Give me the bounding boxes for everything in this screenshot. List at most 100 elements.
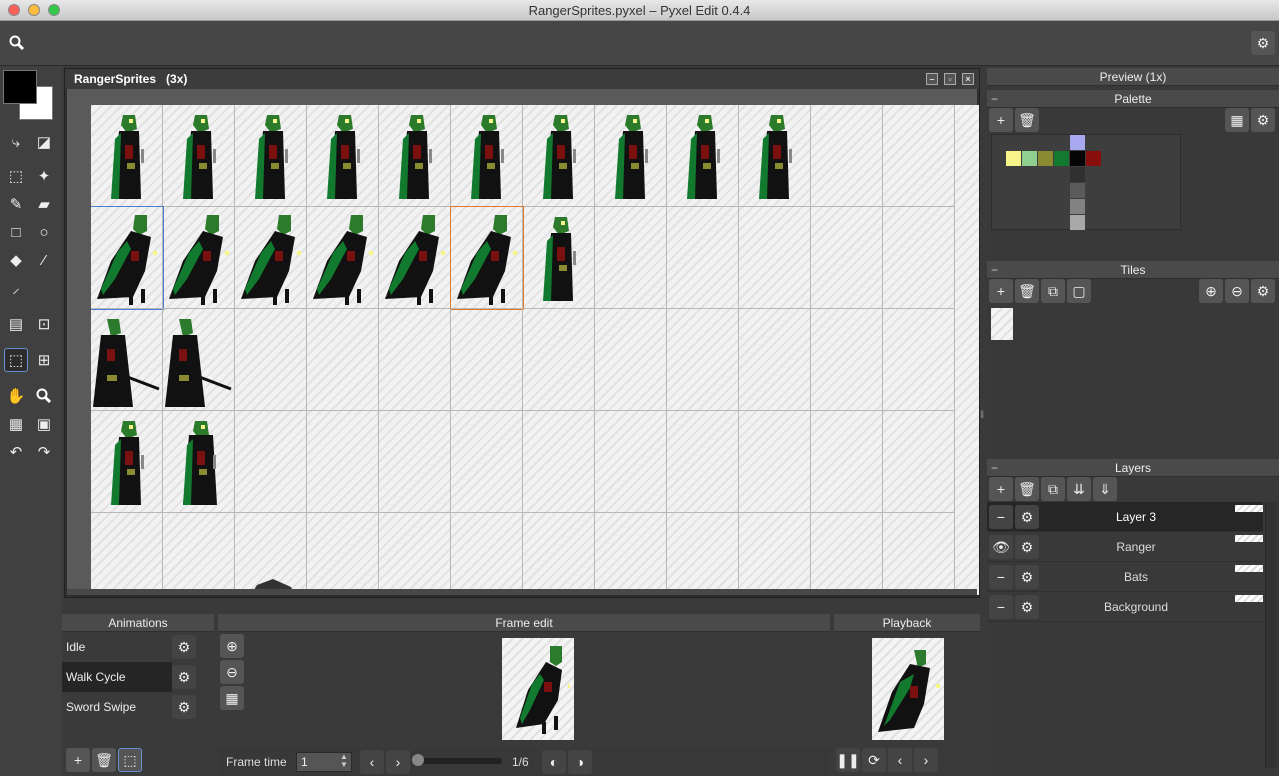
tile-grid-icon[interactable]: ▦ — [4, 412, 28, 436]
pencil-icon[interactable]: ✎ — [4, 192, 28, 216]
tile-move-icon[interactable]: ⊞ — [32, 348, 56, 372]
animations-panel-header[interactable]: Animations — [62, 614, 214, 632]
frame-edit-preview[interactable] — [502, 638, 574, 740]
minus-icon[interactable]: − — [989, 505, 1013, 529]
settings-gear-icon[interactable]: ⚙ — [1251, 31, 1275, 55]
sprite-cell[interactable] — [91, 411, 163, 513]
palette-color[interactable] — [1038, 151, 1053, 166]
sprite-cell[interactable] — [811, 309, 883, 411]
sprite-cell[interactable] — [163, 105, 235, 207]
search-icon[interactable] — [6, 32, 28, 54]
sprite-cell[interactable] — [883, 513, 955, 595]
zoom-icon[interactable] — [32, 384, 56, 408]
delete-animation-button[interactable]: 🗑 — [92, 748, 116, 772]
close-window-button[interactable] — [8, 4, 20, 16]
preview-panel-header[interactable]: Preview (1x) — [987, 68, 1279, 86]
sprite-cell[interactable] — [235, 207, 307, 309]
sprite-cell[interactable] — [811, 411, 883, 513]
sprite-cell[interactable] — [450, 206, 524, 310]
palette-color[interactable] — [1070, 199, 1085, 214]
grid-toggle-icon[interactable]: ▦ — [220, 686, 244, 710]
doc-close-button[interactable]: × — [962, 73, 974, 85]
color-replace-icon[interactable]: ⁄ — [32, 248, 56, 272]
eyedropper-icon[interactable]: ⸝ — [4, 276, 28, 300]
duplicate-layer-button[interactable]: ⧉ — [1041, 477, 1065, 501]
sprite-cell[interactable] — [523, 309, 595, 411]
layer-gear-icon[interactable]: ⚙ — [1015, 505, 1039, 529]
sprite-cell[interactable] — [523, 411, 595, 513]
sprite-cell[interactable] — [307, 513, 379, 595]
loop-icon[interactable]: ⟳ — [862, 748, 886, 772]
layer-gear-icon[interactable]: ⚙ — [1015, 595, 1039, 619]
tile-select-icon[interactable]: ⊡ — [32, 312, 56, 336]
minus-icon[interactable]: − — [991, 261, 998, 279]
sprite-cell[interactable] — [883, 105, 955, 207]
onion-skin-next-icon[interactable]: ◑ — [568, 750, 592, 774]
palette-swatches[interactable] — [991, 134, 1181, 230]
magic-wand-icon[interactable]: ✦ — [32, 164, 56, 188]
merge-all-button[interactable]: ⇓ — [1093, 477, 1117, 501]
sprite-cell[interactable] — [595, 105, 667, 207]
palette-color[interactable] — [1086, 151, 1101, 166]
tile-thumbnail[interactable] — [991, 308, 1013, 340]
swap-colors-icon[interactable]: ⤷ — [4, 130, 28, 154]
canvas-area[interactable] — [67, 89, 979, 595]
minimize-window-button[interactable] — [28, 4, 40, 16]
sprite-cell[interactable] — [451, 309, 523, 411]
zoom-in-icon[interactable]: ⊕ — [220, 634, 244, 658]
sprite-cell[interactable] — [451, 105, 523, 207]
sprite-cell[interactable] — [739, 309, 811, 411]
zoom-out-icon[interactable]: ⊖ — [1225, 279, 1249, 303]
sprite-cell[interactable] — [667, 513, 739, 595]
sprite-cell[interactable] — [523, 513, 595, 595]
sprite-cell[interactable] — [811, 513, 883, 595]
zoom-window-button[interactable] — [48, 4, 60, 16]
add-animation-button[interactable]: + — [66, 748, 90, 772]
tiles-gear-icon[interactable]: ⚙ — [1251, 279, 1275, 303]
palette-color[interactable] — [1070, 151, 1085, 166]
delete-layer-button[interactable]: 🗑 — [1015, 477, 1039, 501]
sprite-cell[interactable] — [667, 207, 739, 309]
chevron-right-icon[interactable]: › — [914, 748, 938, 772]
sprite-cell[interactable] — [379, 105, 451, 207]
layer-row[interactable]: − ⚙ Bats — [987, 562, 1263, 592]
palette-color[interactable] — [1070, 167, 1085, 182]
animation-gear-icon[interactable]: ⚙ — [172, 665, 196, 689]
rectangle-icon[interactable]: □ — [4, 220, 28, 244]
sprite-cell[interactable] — [451, 411, 523, 513]
splitter-handle[interactable]: ‖ — [980, 410, 986, 430]
frame-slider[interactable] — [414, 758, 502, 764]
palette-gear-icon[interactable]: ⚙ — [1251, 108, 1275, 132]
frame-slider-handle[interactable] — [412, 754, 424, 766]
rect-select-icon[interactable]: ⬚ — [4, 164, 28, 188]
sprite-cell[interactable] — [739, 207, 811, 309]
sprite-cell[interactable] — [91, 513, 163, 595]
sprite-cell[interactable] — [667, 411, 739, 513]
layers-scrollbar[interactable] — [1265, 502, 1277, 768]
sprite-cell[interactable] — [883, 411, 955, 513]
tiles-panel-header[interactable]: − Tiles — [987, 261, 1279, 279]
sprite-cell[interactable] — [235, 309, 307, 411]
add-tile-button[interactable]: + — [989, 279, 1013, 303]
merge-layer-button[interactable]: ⇊ — [1067, 477, 1091, 501]
sprite-cell[interactable] — [163, 411, 235, 513]
animation-gear-icon[interactable]: ⚙ — [172, 635, 196, 659]
palette-color[interactable] — [1070, 183, 1085, 198]
canvas-scrollbar[interactable] — [67, 589, 977, 595]
layer-row[interactable]: − ⚙ Layer 3 — [987, 502, 1263, 532]
layers-panel-header[interactable]: − Layers — [987, 459, 1279, 477]
sprite-cell[interactable] — [307, 207, 379, 309]
copy-tile-button[interactable]: ⧉ — [1041, 279, 1065, 303]
sprite-cell[interactable] — [739, 411, 811, 513]
palette-color[interactable] — [1006, 151, 1021, 166]
redo-icon[interactable]: ↷ — [32, 440, 56, 464]
zoom-in-icon[interactable]: ⊕ — [1199, 279, 1223, 303]
chevron-left-icon[interactable]: ‹ — [360, 750, 384, 774]
sprite-cell[interactable] — [379, 207, 451, 309]
layer-row[interactable]: 👁 ⚙ Ranger — [987, 532, 1263, 562]
palette-color[interactable] — [1022, 151, 1037, 166]
select-animation-button[interactable]: ⬚ — [118, 748, 142, 772]
sprite-cell[interactable] — [883, 309, 955, 411]
primary-color-swatch[interactable] — [3, 70, 37, 104]
ellipse-icon[interactable]: ○ — [32, 220, 56, 244]
